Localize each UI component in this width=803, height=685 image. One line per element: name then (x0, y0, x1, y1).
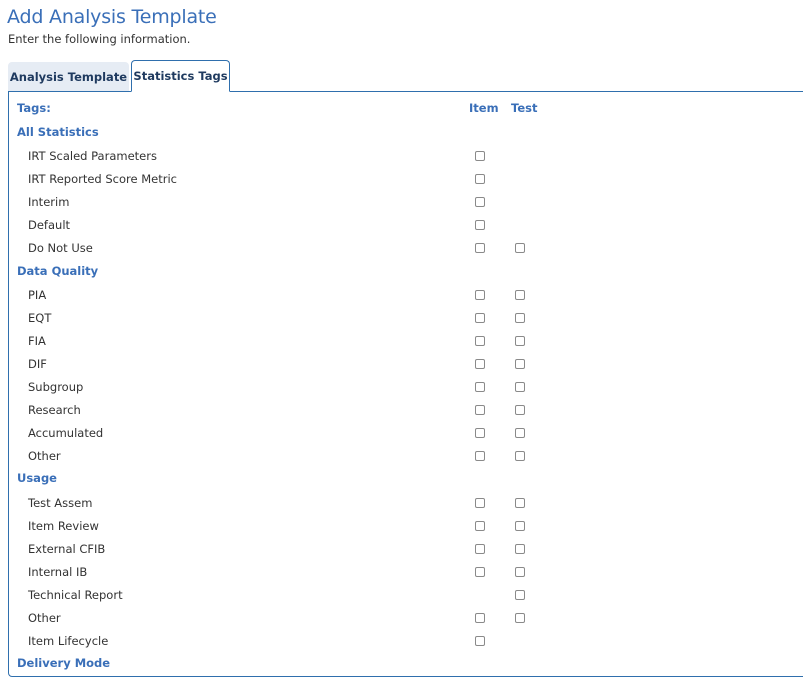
item-checkbox[interactable] (475, 289, 485, 300)
tag-label: Other (28, 449, 61, 464)
tag-row: FIA (9, 328, 803, 351)
tag-label: Other (28, 610, 61, 625)
tag-row: Research (9, 397, 803, 420)
tag-label: External CFIB (28, 541, 106, 556)
item-checkbox[interactable] (475, 405, 485, 416)
tag-group-label: All Statistics (17, 125, 99, 139)
item-checkbox[interactable] (475, 520, 485, 531)
tag-row: Other (9, 443, 803, 466)
tag-group-label: Delivery Mode (17, 656, 111, 671)
item-checkbox[interactable] (475, 174, 485, 185)
item-checkbox[interactable] (475, 151, 485, 162)
tag-label: IRT Reported Score Metric (28, 172, 177, 187)
test-checkbox[interactable] (515, 520, 525, 531)
test-checkbox[interactable] (515, 243, 525, 254)
test-checkbox[interactable] (515, 543, 525, 554)
tag-label: PIA (28, 287, 47, 302)
tag-row: External CFIB (9, 536, 803, 559)
tag-label: Accumulated (28, 426, 104, 441)
tag-row: IRT Scaled Parameters (9, 143, 803, 166)
tag-label: Technical Report (28, 587, 123, 602)
item-checkbox[interactable] (475, 243, 485, 254)
item-checkbox[interactable] (475, 428, 485, 439)
tag-label: Research (28, 403, 81, 418)
tag-row: Subgroup (9, 374, 803, 397)
tag-group-row: All Statistics (9, 120, 803, 143)
tag-label: EQT (28, 310, 52, 325)
item-checkbox[interactable] (475, 220, 485, 231)
column-header-item: Item (469, 101, 499, 115)
tag-label: DIF (28, 356, 47, 371)
test-checkbox[interactable] (515, 612, 525, 623)
tab-statistics-tags[interactable]: Statistics Tags (131, 60, 230, 92)
tag-label: Test Assem (28, 495, 93, 510)
tag-row: EQT (9, 305, 803, 328)
test-checkbox[interactable] (515, 335, 525, 346)
column-header-test: Test (511, 101, 538, 115)
tag-row: Do Not Use (9, 235, 803, 258)
tag-label: Default (28, 218, 71, 233)
test-checkbox[interactable] (515, 405, 525, 416)
item-checkbox[interactable] (475, 358, 485, 369)
item-checkbox[interactable] (475, 566, 485, 577)
tags-list: All Statistics IRT Scaled Parameters IRT R… (9, 120, 803, 674)
tag-group-label: Usage (17, 471, 57, 486)
tag-row: Interim (9, 189, 803, 212)
tag-label: IRT Scaled Parameters (28, 149, 157, 164)
page-subtitle: Enter the following information. (8, 32, 191, 46)
tag-group-row: Delivery Mode (9, 651, 803, 674)
tags-header: Tags: (17, 101, 51, 115)
test-checkbox[interactable] (515, 382, 525, 393)
item-checkbox[interactable] (475, 451, 485, 462)
item-checkbox[interactable] (475, 497, 485, 508)
tag-row: Technical Report (9, 582, 803, 605)
item-checkbox[interactable] (475, 312, 485, 323)
test-checkbox[interactable] (515, 497, 525, 508)
item-checkbox[interactable] (475, 612, 485, 623)
tag-group-row: Usage (9, 466, 803, 489)
tag-row: Default (9, 212, 803, 235)
test-checkbox[interactable] (515, 566, 525, 577)
tag-label: FIA (28, 333, 46, 348)
test-checkbox[interactable] (515, 428, 525, 439)
tag-row: Other (9, 605, 803, 628)
tag-row: Accumulated (9, 420, 803, 443)
test-checkbox[interactable] (515, 589, 525, 600)
tag-group-row: Data Quality (9, 259, 803, 282)
statistics-tags-panel: Tags: Item Test All Statistics IRT Scaled… (8, 91, 803, 677)
item-checkbox[interactable] (475, 543, 485, 554)
tag-row: Item Lifecycle (9, 628, 803, 651)
tag-label: Item Lifecycle (28, 634, 109, 649)
item-checkbox[interactable] (475, 197, 485, 208)
tag-label: Do Not Use (28, 241, 93, 256)
tag-row: DIF (9, 351, 803, 374)
test-checkbox[interactable] (515, 289, 525, 300)
tab-analysis-template[interactable]: Analysis Template (8, 62, 129, 92)
tag-row: Internal IB (9, 559, 803, 582)
tag-row: IRT Reported Score Metric (9, 166, 803, 189)
test-checkbox[interactable] (515, 358, 525, 369)
tag-label: Item Review (28, 518, 99, 533)
tag-label: Interim (28, 195, 70, 210)
tab-bar: Analysis Template Statistics Tags (8, 60, 230, 92)
tag-label: Internal IB (28, 564, 88, 579)
test-checkbox[interactable] (515, 312, 525, 323)
tag-row: PIA (9, 282, 803, 305)
tag-row: Item Review (9, 513, 803, 536)
page-title: Add Analysis Template (7, 6, 217, 28)
item-checkbox[interactable] (475, 382, 485, 393)
item-checkbox[interactable] (475, 335, 485, 346)
tag-row: Test Assem (9, 490, 803, 513)
test-checkbox[interactable] (515, 451, 525, 462)
tag-label: Subgroup (28, 380, 84, 395)
tag-group-label: Data Quality (17, 263, 99, 278)
item-checkbox[interactable] (475, 636, 485, 647)
